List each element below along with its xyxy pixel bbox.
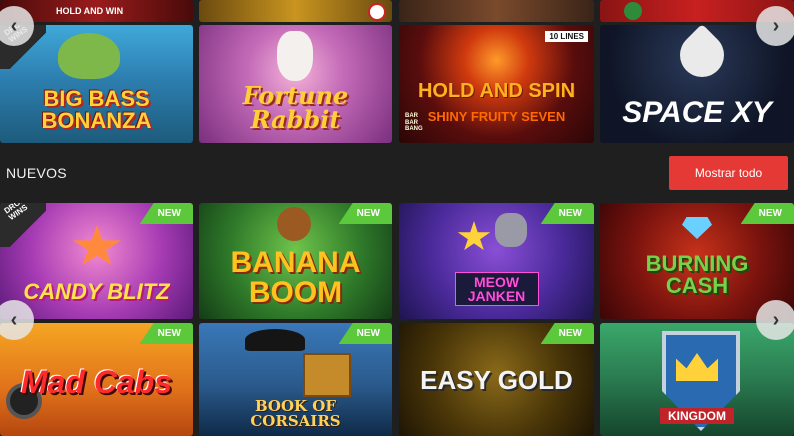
monkey-icon [277,207,311,241]
new-games-row-1: DROPS & WINS NEW CANDY BLITZ NEW BANANA … [0,203,794,319]
star-icon [73,225,121,266]
star-character-icon [457,221,491,251]
game-tile-banana-boom[interactable]: NEW BANANA BOOM [199,203,392,319]
game-subtitle: SHINY FRUITY SEVEN [427,109,566,124]
book-icon [303,353,351,397]
game-tile-book-of-corsairs[interactable]: NEW BOOK OF CORSAIRS [199,323,392,436]
game-tile-kingdom[interactable]: KINGDOM [600,323,794,436]
section-header: NUEVOS Mostrar todo [0,150,794,196]
game-tile-strip-2[interactable] [199,0,392,22]
chip-icon [368,3,386,21]
carousel-next-arrow-top[interactable]: › [756,6,794,46]
game-title: CANDY BLITZ [23,279,170,304]
rabbit-icon [277,31,313,81]
game-title: BANANA BOOM [230,246,361,309]
new-badge: NEW [338,323,392,344]
chevron-left-icon: ‹ [10,14,18,37]
pirate-hat-icon [245,329,305,351]
game-tile-meow-janken[interactable]: NEW MEOW JANKEN [399,203,594,319]
chevron-right-icon: › [772,14,780,37]
game-title: BIG BASS BONANZA [41,86,152,133]
game-tile-burning-cash[interactable]: NEW BURNING CASH [600,203,794,319]
new-badge: NEW [540,323,594,344]
new-badge: NEW [139,203,193,224]
game-title: HOLD AND SPIN [417,80,576,102]
game-tile-label: HOLD AND WIN [56,6,124,16]
game-tile-mad-cabs[interactable]: NEW Mad Cabs [0,323,193,436]
bar-side-label: BAR BAR BANG [405,113,423,133]
drops-wins-ribbon: DROPS & WINS [0,203,46,247]
show-all-button[interactable]: Mostrar todo [669,156,788,190]
top-games-row: DROPS & WINS BIG BASS BONANZA Fortune Ra… [0,25,794,143]
rocket-icon [670,25,734,87]
new-games-row-2: NEW Mad Cabs NEW BOOK OF CORSAIRS NEW EA… [0,323,794,436]
carousel-next-arrow-new[interactable]: › [756,300,794,340]
game-title: BURNING CASH [645,251,749,298]
game-title: SPACE XY [622,96,772,129]
game-tile-strip-3[interactable] [399,0,594,22]
game-tile-fortune-rabbit[interactable]: Fortune Rabbit [199,25,392,143]
cat-icon [495,213,527,247]
chevron-right-icon: › [772,308,780,331]
game-title: KINGDOM [660,407,734,424]
game-title: BOOK OF CORSAIRS [250,396,341,430]
section-title: NUEVOS [6,165,67,181]
game-title: MEOW JANKEN [454,272,539,306]
fish-icon [58,33,120,79]
new-badge: NEW [338,203,392,224]
game-tile-easy-gold[interactable]: NEW EASY GOLD [399,323,594,436]
new-badge: NEW [740,203,794,224]
game-title: EASY GOLD [420,364,573,395]
new-badge: NEW [139,323,193,344]
melon-icon [624,2,642,20]
top-strip-row: HOLD AND WIN [0,0,794,22]
diamond-icon [682,217,712,239]
game-tile-hold-and-spin[interactable]: 10 LINES HOLD AND SPIN SHINY FRUITY SEVE… [399,25,594,143]
new-badge: NEW [540,203,594,224]
game-title: Fortune Rabbit [242,81,349,134]
game-title: Mad Cabs [20,363,173,400]
game-tile-big-bass-bonanza[interactable]: DROPS & WINS BIG BASS BONANZA [0,25,193,143]
chevron-left-icon: ‹ [10,308,18,331]
game-tile-candy-blitz[interactable]: DROPS & WINS NEW CANDY BLITZ [0,203,193,319]
lines-tag: 10 LINES [545,31,588,42]
